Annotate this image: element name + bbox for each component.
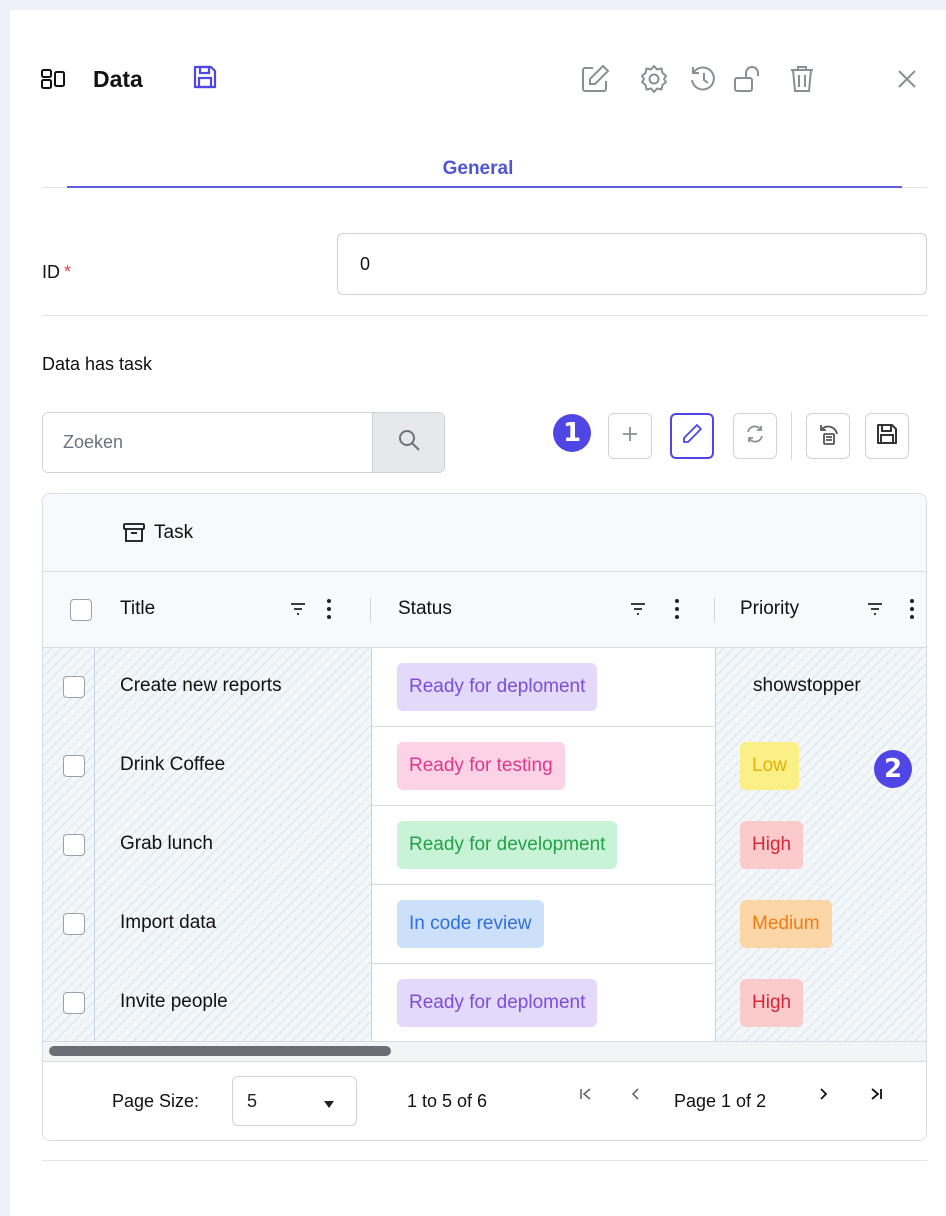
column-header-title[interactable]: Title <box>120 598 155 620</box>
refresh-button[interactable] <box>733 413 777 459</box>
title-cell[interactable]: Invite people <box>120 991 228 1013</box>
group-label: Task <box>154 522 194 543</box>
search-box <box>42 412 445 473</box>
table-row[interactable]: Invite people Ready for deploment High <box>43 964 926 1043</box>
page-size-select[interactable]: 5 <box>232 1076 357 1126</box>
row-checkbox[interactable] <box>63 913 85 935</box>
status-badge[interactable]: Ready for deploment <box>397 663 598 711</box>
column-header-status[interactable]: Status <box>398 598 452 620</box>
pagination-bar: Page Size: 5 1 to 5 of 6 Page 1 of 2 <box>43 1061 926 1140</box>
archive-icon <box>122 521 146 550</box>
history-icon[interactable] <box>687 62 721 96</box>
table-row[interactable]: Grab lunch Ready for development High <box>43 806 926 885</box>
column-menu-icon[interactable] <box>326 598 332 625</box>
section-label: Data has task <box>42 354 153 374</box>
previous-page-icon[interactable] <box>630 1086 640 1107</box>
edit-icon[interactable] <box>578 62 612 96</box>
priority-badge[interactable]: High <box>740 979 804 1027</box>
column-header-priority[interactable]: Priority <box>740 598 799 620</box>
grid-group-header: Task <box>43 494 926 572</box>
toolbar-divider <box>791 412 792 460</box>
next-page-icon[interactable] <box>819 1086 829 1107</box>
title-column-line <box>371 648 372 1041</box>
close-icon[interactable] <box>892 64 922 94</box>
page-size-label: Page Size: <box>112 1091 200 1111</box>
edit-rows-button[interactable] <box>670 413 714 459</box>
page-indicator: Page 1 of 2 <box>674 1091 767 1111</box>
column-separator[interactable] <box>714 598 715 622</box>
title-cell[interactable]: Grab lunch <box>120 833 213 855</box>
priority-badge[interactable]: High <box>740 821 804 869</box>
refresh-icon <box>744 423 766 450</box>
add-row-button[interactable] <box>608 413 652 459</box>
title-cell[interactable]: Import data <box>120 912 216 934</box>
row-checkbox[interactable] <box>63 676 85 698</box>
priority-badge[interactable]: Medium <box>740 900 832 948</box>
column-menu-icon[interactable] <box>909 598 915 625</box>
row-checkbox[interactable] <box>63 755 85 777</box>
save-icon[interactable] <box>190 62 220 92</box>
edit-icon <box>680 422 704 451</box>
data-panel: Data General ID * 0 Data has task Zoeken… <box>10 10 946 1216</box>
form-bottom-divider <box>42 1160 927 1161</box>
last-page-icon[interactable] <box>869 1086 883 1107</box>
annotation-badge-1: 1 <box>553 414 591 452</box>
horizontal-scrollbar[interactable] <box>43 1041 926 1061</box>
status-badge[interactable]: Ready for development <box>397 821 618 869</box>
checkbox-column-line <box>94 648 95 1041</box>
delete-icon[interactable] <box>785 62 819 96</box>
row-checkbox[interactable] <box>63 992 85 1014</box>
page-size-value: 5 <box>247 1091 258 1111</box>
priority-cell[interactable]: showstopper <box>753 675 861 697</box>
chevron-down-icon <box>323 1097 335 1115</box>
column-menu-icon[interactable] <box>674 598 680 625</box>
status-badge[interactable]: Ready for testing <box>397 742 565 790</box>
grid-body: Create new reports Ready for deploment sho… <box>43 648 926 1043</box>
search-input[interactable] <box>43 413 372 472</box>
search-icon <box>397 428 421 457</box>
table-row[interactable]: Drink Coffee Ready for testing Low <box>43 727 926 806</box>
save-grid-button[interactable] <box>865 413 909 459</box>
id-label: ID * <box>42 262 72 282</box>
status-badge[interactable]: In code review <box>397 900 544 948</box>
filter-icon[interactable] <box>629 600 647 623</box>
task-grid: Task Title Status Priority Create new re… <box>42 493 927 1141</box>
priority-badge[interactable]: Low <box>740 742 799 790</box>
row-checkbox[interactable] <box>63 834 85 856</box>
first-page-icon[interactable] <box>579 1086 593 1107</box>
search-button[interactable] <box>372 413 444 472</box>
table-row[interactable]: Import data In code review Medium <box>43 885 926 964</box>
filter-icon[interactable] <box>289 600 307 623</box>
settings-icon[interactable] <box>637 62 671 96</box>
row-range-text: 1 to 5 of 6 <box>407 1091 488 1111</box>
annotation-badge-2: 2 <box>874 750 912 788</box>
status-column-line <box>715 648 716 1041</box>
select-all-checkbox[interactable] <box>70 599 92 621</box>
save-icon <box>874 421 900 452</box>
layout-icon <box>40 66 66 92</box>
title-cell[interactable]: Drink Coffee <box>120 754 225 776</box>
tab-general[interactable]: General <box>10 158 946 180</box>
page-title: Data <box>93 66 143 92</box>
table-row[interactable]: Create new reports Ready for deploment sho… <box>43 648 926 727</box>
unlock-icon[interactable] <box>731 62 765 96</box>
id-field[interactable] <box>337 233 927 295</box>
restore-icon <box>815 421 841 452</box>
add-icon <box>620 424 640 449</box>
column-separator[interactable] <box>370 598 371 622</box>
active-tab-indicator <box>67 186 902 188</box>
status-badge[interactable]: Ready for deploment <box>397 979 598 1027</box>
filter-icon[interactable] <box>866 600 884 623</box>
restore-button[interactable] <box>806 413 850 459</box>
form-divider <box>42 315 927 316</box>
grid-header-row: Title Status Priority <box>43 572 926 648</box>
scrollbar-thumb[interactable] <box>49 1046 391 1056</box>
required-marker: * <box>64 262 72 282</box>
title-cell[interactable]: Create new reports <box>120 675 282 697</box>
